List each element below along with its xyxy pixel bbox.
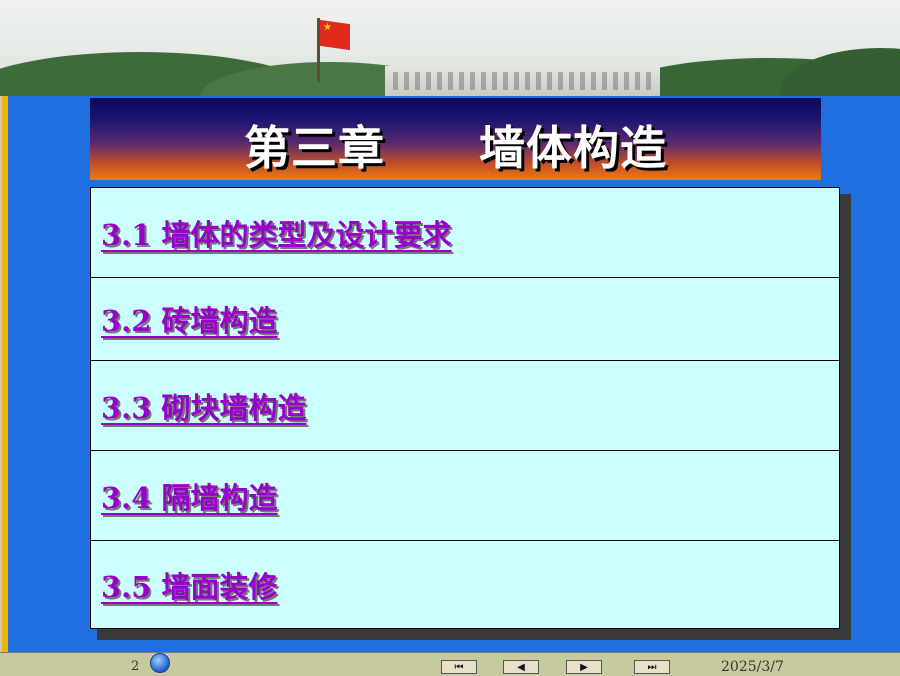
previous-slide-button[interactable]: ◀ <box>503 660 539 674</box>
globe-icon[interactable] <box>150 653 170 673</box>
first-slide-button[interactable]: ⏮ <box>441 660 477 674</box>
menu-row: 3.3 砌块墙构造 <box>91 361 839 451</box>
menu-row: 3.2 砖墙构造 <box>91 278 839 361</box>
menu-link-3-5[interactable]: 3.5 墙面装修 <box>101 564 278 606</box>
menu-link-3-3[interactable]: 3.3 砌块墙构造 <box>101 385 307 427</box>
menu-row: 3.1 墙体的类型及设计要求 <box>91 188 839 278</box>
slide-date: 2025/3/7 <box>721 659 784 675</box>
menu-link-3-4[interactable]: 3.4 隔墙构造 <box>101 475 278 517</box>
menu-row: 3.4 隔墙构造 <box>91 451 839 541</box>
page-number: 2 <box>131 659 140 674</box>
previous-slide-icon: ◀ <box>517 661 525 673</box>
header-landscape-image: ★ <box>0 0 900 96</box>
menu-row: 3.5 墙面装修 <box>91 541 839 629</box>
menu-link-3-2[interactable]: 3.2 砖墙构造 <box>101 298 278 340</box>
title-bar: 第三章 墙体构造 <box>90 98 821 180</box>
building <box>385 66 660 96</box>
chapter-menu: 3.1 墙体的类型及设计要求 3.2 砖墙构造 3.3 砌块墙构造 3.4 隔墙… <box>90 187 840 629</box>
next-slide-icon: ▶ <box>580 661 588 673</box>
first-slide-icon: ⏮ <box>454 661 464 673</box>
left-accent-stripe <box>0 96 8 652</box>
next-slide-button[interactable]: ▶ <box>566 660 602 674</box>
last-slide-button[interactable]: ⏭ <box>634 660 670 674</box>
last-slide-icon: ⏭ <box>647 661 657 673</box>
slide-title: 第三章 墙体构造 <box>244 121 667 175</box>
menu-link-3-1[interactable]: 3.1 墙体的类型及设计要求 <box>101 212 452 254</box>
